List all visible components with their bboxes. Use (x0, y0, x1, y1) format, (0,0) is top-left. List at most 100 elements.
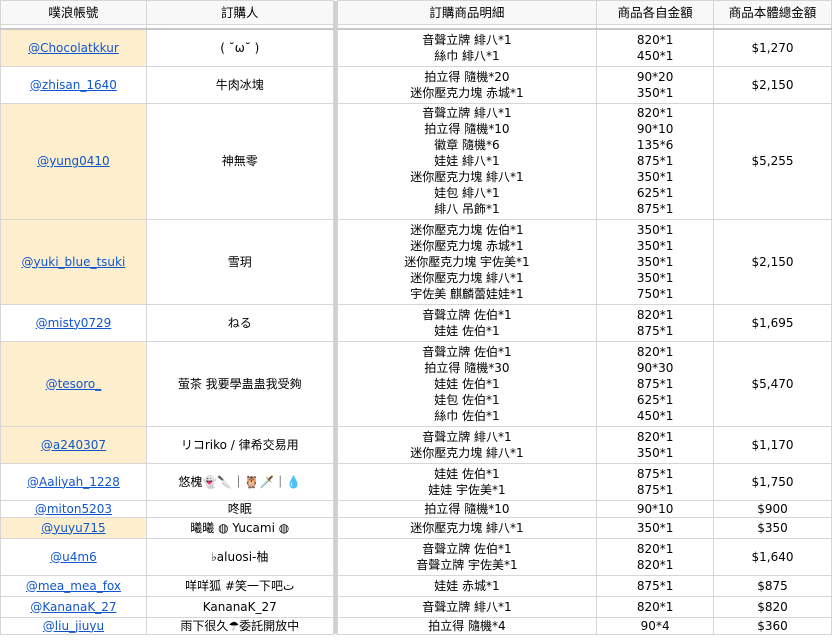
buyer-cell[interactable]: 咚眠 (145, 499, 334, 518)
account-link[interactable]: @tesoro_ (46, 377, 102, 391)
prices-cell[interactable]: 90*4 (596, 616, 715, 635)
price-line: 820*1 (636, 106, 674, 120)
account-link[interactable]: @miton5203 (35, 502, 112, 516)
prices-cell[interactable]: 820*1 350*1 (596, 425, 715, 464)
buyer-cell[interactable]: 雨下很久☂委託開放中 (145, 616, 334, 635)
buyer-cell[interactable]: 雪玥 (145, 218, 334, 305)
total-cell[interactable]: $1,170 (713, 425, 832, 464)
buyer-cell[interactable]: 咩咩狐 #笑一下吧ت (145, 574, 334, 597)
items-cell[interactable]: 音聲立牌 緋八*1 絲巾 緋八*1 (336, 28, 598, 67)
account-link[interactable]: @u4m6 (50, 550, 97, 564)
price-line: 820*1 (636, 429, 674, 444)
account-cell[interactable]: @yuyu715 (0, 516, 147, 539)
account-link[interactable]: @KananaK_27 (30, 600, 116, 614)
buyer-cell[interactable]: 悠槐👻🔪｜🦉🗡️｜💧 (145, 462, 334, 501)
prices-cell[interactable]: 820*1 (596, 595, 715, 618)
account-cell[interactable]: @yuki_blue_tsuki (0, 218, 147, 305)
items-cell[interactable]: 音聲立牌 緋八*1 (336, 595, 598, 618)
total-cell[interactable]: $1,270 (713, 28, 832, 67)
account-cell[interactable]: @miton5203 (0, 499, 147, 518)
total-cell[interactable]: $1,695 (713, 303, 832, 342)
header-account[interactable]: 噗浪帳號 (0, 0, 147, 25)
account-cell[interactable]: @Chocolatkkur (0, 28, 147, 67)
buyer-cell[interactable]: 牛肉冰塊 (145, 65, 334, 104)
account-link[interactable]: @Aaliyah_1228 (27, 475, 120, 489)
header-buyer[interactable]: 訂購人 (145, 0, 334, 25)
items-cell[interactable]: 音聲立牌 佐伯*1 拍立得 隨機*30 娃娃 佐伯*1 娃包 佐伯*1 絲巾 佐伯*1 (336, 340, 598, 427)
account-link[interactable]: @yuyu715 (41, 521, 105, 535)
prices-cell[interactable]: 875*1 (596, 574, 715, 597)
account-cell[interactable]: @mea_mea_fox (0, 574, 147, 597)
items-cell[interactable]: 娃娃 赤城*1 (336, 574, 598, 597)
buyer-cell[interactable]: リコriko / 律希交易用 (145, 425, 334, 464)
prices-cell[interactable]: 350*1 (596, 516, 715, 539)
items-cell[interactable]: 音聲立牌 緋八*1 迷你壓克力塊 緋八*1 (336, 425, 598, 464)
total-cell[interactable]: $2,150 (713, 218, 832, 305)
total-cell[interactable]: $5,255 (713, 102, 832, 220)
total-cell[interactable]: $820 (713, 595, 832, 618)
account-cell[interactable]: @yung0410 (0, 102, 147, 220)
account-cell[interactable]: @liu_jiuyu (0, 616, 147, 635)
buyer-cell[interactable]: KananaK_27 (145, 595, 334, 618)
buyer-cell[interactable]: ねる (145, 303, 334, 342)
account-cell[interactable]: @Aaliyah_1228 (0, 462, 147, 501)
account-link[interactable]: @zhisan_1640 (30, 78, 117, 92)
items-cell[interactable]: 音聲立牌 緋八*1 拍立得 隨機*10 徽章 隨機*6 娃娃 緋八*1 迷你壓克力塊 緋… (336, 102, 598, 220)
buyer-cell[interactable]: 神無零 (145, 102, 334, 220)
account-cell[interactable]: @misty0729 (0, 303, 147, 342)
account-cell[interactable]: @zhisan_1640 (0, 65, 147, 104)
header-total[interactable]: 商品本體總金額 (713, 0, 832, 25)
header-prices[interactable]: 商品各自金額 (596, 0, 715, 25)
items-cell[interactable]: 娃娃 佐伯*1 娃娃 宇佐美*1 (336, 462, 598, 501)
prices-cell[interactable]: 350*1 350*1 350*1 350*1 750*1 (596, 218, 715, 305)
account-cell[interactable]: @u4m6 (0, 537, 147, 576)
prices-cell[interactable]: 90*20 350*1 (596, 65, 715, 104)
item-line: 徽章 隨機*6 (434, 138, 500, 152)
account-link[interactable]: @mea_mea_fox (26, 579, 121, 593)
prices-cell[interactable]: 875*1 875*1 (596, 462, 715, 501)
account-cell[interactable]: @a240307 (0, 425, 147, 464)
item-line: 娃娃 佐伯*1 (434, 323, 500, 338)
account-cell[interactable]: @KananaK_27 (0, 595, 147, 618)
buyer-cell[interactable]: 萤茶 我要學蛊蛊我受夠 (145, 340, 334, 427)
item-line: 絲巾 佐伯*1 (434, 408, 500, 423)
items-cell[interactable]: 音聲立牌 佐伯*1 娃娃 佐伯*1 (336, 303, 598, 342)
buyer-cell[interactable]: ♭aluosi-柚 (145, 537, 334, 576)
prices-cell[interactable]: 820*1 875*1 (596, 303, 715, 342)
prices-cell[interactable]: 820*1 90*10 135*6 875*1 350*1 625*1 875*1 (596, 102, 715, 220)
prices-cell[interactable]: 820*1 90*30 875*1 625*1 450*1 (596, 340, 715, 427)
total-cell[interactable]: $1,750 (713, 462, 832, 501)
account-link[interactable]: @Chocolatkkur (28, 41, 119, 55)
total-cell[interactable]: $1,640 (713, 537, 832, 576)
item-line: 拍立得 隨機*30 (424, 360, 510, 375)
total-cell[interactable]: $5,470 (713, 340, 832, 427)
item-line: 迷你壓克力塊 赤城*1 (410, 85, 524, 100)
total-cell[interactable]: $350 (713, 516, 832, 539)
prices-cell[interactable]: 820*1 820*1 (596, 537, 715, 576)
account-link[interactable]: @misty0729 (36, 316, 112, 330)
items-cell[interactable]: 拍立得 隨機*10 (336, 499, 598, 518)
items-cell[interactable]: 音聲立牌 佐伯*1 音聲立牌 宇佐美*1 (336, 537, 598, 576)
items-cell[interactable]: 迷你壓克力塊 緋八*1 (336, 516, 598, 539)
prices-cell[interactable]: 90*10 (596, 499, 715, 518)
account-link[interactable]: @yuki_blue_tsuki (22, 255, 126, 269)
total-cell[interactable]: $875 (713, 574, 832, 597)
total-cell[interactable]: $2,150 (713, 65, 832, 104)
price-line: 820*1 (636, 32, 674, 47)
items-cell[interactable]: 拍立得 隨機*20 迷你壓克力塊 赤城*1 (336, 65, 598, 104)
items-cell[interactable]: 迷你壓克力塊 佐伯*1 迷你壓克力塊 赤城*1 迷你壓克力塊 宇佐美*1 迷你壓克力塊… (336, 218, 598, 305)
price-line: 90*20 (636, 69, 674, 84)
header-items[interactable]: 訂購商品明細 (336, 0, 598, 25)
items-cell[interactable]: 拍立得 隨機*4 (336, 616, 598, 635)
buyer-cell[interactable]: ( ˘ω˘ ) (145, 28, 334, 67)
buyer-cell[interactable]: 曦曦 ◍ Yucami ◍ (145, 516, 334, 539)
account-link[interactable]: @liu_jiuyu (43, 619, 104, 633)
prices-cell[interactable]: 820*1 450*1 (596, 28, 715, 67)
account-cell[interactable]: @tesoro_ (0, 340, 147, 427)
account-link[interactable]: @a240307 (41, 438, 106, 452)
total-cell[interactable]: $360 (713, 616, 832, 635)
price-line: 875*1 (636, 154, 674, 168)
total-cell[interactable]: $900 (713, 499, 832, 518)
account-link[interactable]: @yung0410 (37, 154, 109, 168)
item-line: 迷你壓克力塊 佐伯*1 (410, 222, 524, 237)
